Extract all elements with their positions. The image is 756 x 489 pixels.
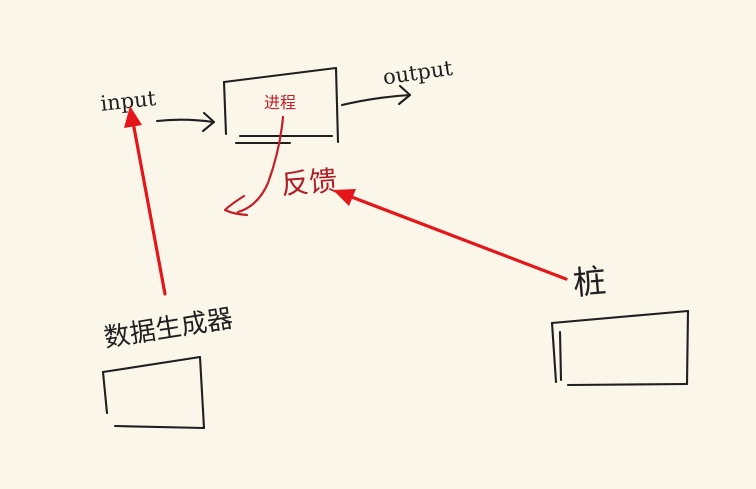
input-label: input [99,86,157,116]
output-label: output [381,56,454,90]
feedback-label: 反馈 [280,164,338,201]
stub-to-feedback-red-arrow [333,189,568,281]
data-generator-label: 数据生成器 [102,304,235,354]
data-generator-box [101,355,206,430]
feedback-loop-arrow [223,115,285,217]
process-to-output-arrow [340,84,412,107]
diagram-canvas: input 进程 output 反馈 数据生成器 桩 [99,56,690,430]
stub-label: 桩 [571,261,607,303]
stub-box [550,309,690,387]
process-label: 进程 [264,93,296,112]
input-to-process-arrow [155,111,216,133]
generator-to-input-red-arrow [124,106,167,296]
